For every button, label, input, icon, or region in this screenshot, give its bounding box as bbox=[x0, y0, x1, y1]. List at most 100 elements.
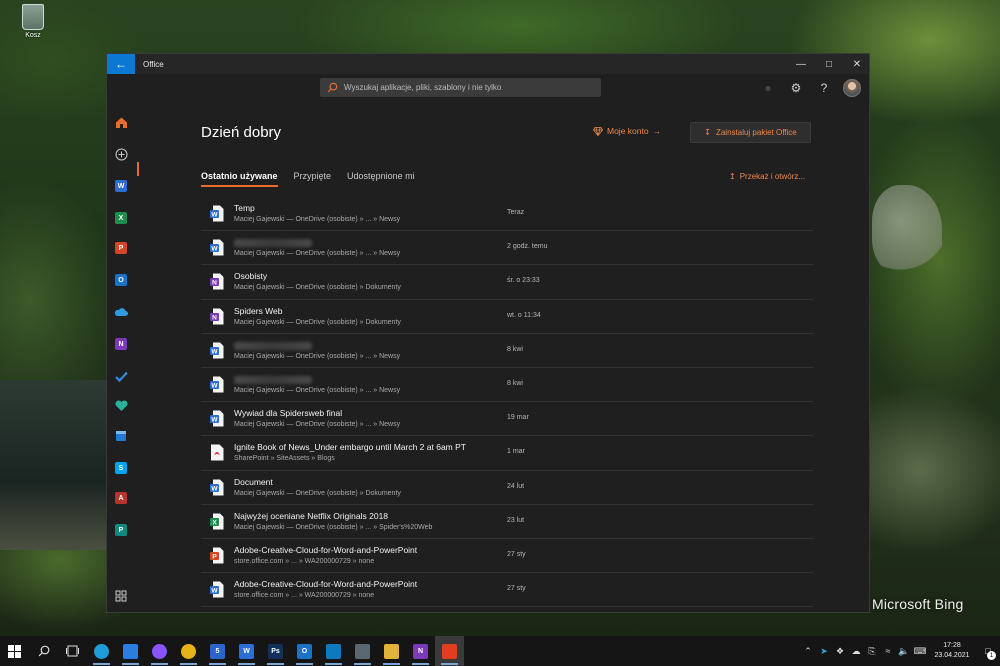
rail-excel[interactable]: X bbox=[113, 210, 129, 226]
usb-icon[interactable]: ⎘ bbox=[864, 646, 880, 657]
maximize-button[interactable]: □ bbox=[815, 54, 843, 74]
file-name: Wywiad dla Spidersweb final bbox=[234, 408, 343, 419]
rail-outlook[interactable]: O bbox=[113, 272, 129, 288]
rail-all-apps[interactable] bbox=[113, 588, 129, 604]
onenote-icon: N bbox=[413, 643, 428, 659]
file-row[interactable]: W Maciej Gajewski — OneDrive (osobiste) »… bbox=[201, 334, 813, 368]
powerpoint-icon: P bbox=[115, 242, 127, 254]
telegram-icon[interactable]: ➤ bbox=[816, 646, 832, 657]
file-row[interactable]: X Najwyżej oceniane Netflix Originals 201… bbox=[201, 505, 813, 539]
help-icon[interactable]: ? bbox=[810, 81, 838, 95]
search-box[interactable] bbox=[320, 78, 601, 97]
taskbar-calculator[interactable] bbox=[348, 636, 377, 666]
heart-icon bbox=[114, 400, 128, 411]
volume-icon[interactable]: 🔈 bbox=[896, 646, 912, 657]
file-row[interactable]: N Osobisty Maciej Gajewski — OneDrive (oso… bbox=[201, 265, 813, 300]
file-date: Teraz bbox=[507, 209, 525, 216]
taskbar-outlook[interactable]: O bbox=[290, 636, 319, 666]
account-avatar-button[interactable] bbox=[838, 79, 866, 97]
back-button[interactable]: ← bbox=[107, 54, 135, 74]
premium-icon[interactable]: ● bbox=[754, 81, 782, 95]
keyboard-icon[interactable]: ⌨ bbox=[912, 646, 928, 657]
upload-and-open-link[interactable]: ↥ Przekaż i otwórz... bbox=[729, 172, 805, 181]
taskbar-task-view[interactable] bbox=[58, 636, 87, 666]
clock-date: 23.04.2021 bbox=[934, 652, 970, 659]
file-date: 23 lut bbox=[507, 516, 525, 524]
rail-powerpoint[interactable]: P bbox=[113, 240, 129, 256]
file-row[interactable]: W Maciej Gajewski — OneDrive (osobiste) »… bbox=[201, 368, 813, 403]
bing-watermark: Microsoft Bing bbox=[872, 596, 964, 612]
checkmark-icon bbox=[114, 371, 128, 382]
apps-grid-icon bbox=[115, 590, 127, 602]
taskbar-trello[interactable] bbox=[319, 636, 348, 666]
tab-pinned[interactable]: Przypięte bbox=[294, 171, 332, 187]
onedrive-tray-icon[interactable]: ☁ bbox=[848, 646, 864, 657]
rail-publisher[interactable]: P bbox=[113, 522, 129, 538]
taskbar-tasks[interactable]: 5 bbox=[203, 636, 232, 666]
taskbar-search[interactable] bbox=[29, 636, 58, 666]
taskbar-edge[interactable] bbox=[87, 636, 116, 666]
rail-skype[interactable]: S bbox=[113, 460, 129, 476]
rail-home[interactable] bbox=[113, 114, 129, 130]
taskbar-word[interactable]: W bbox=[232, 636, 261, 666]
word-file-icon: W bbox=[210, 410, 224, 427]
file-name: Spiders Web bbox=[234, 305, 283, 316]
install-office-button[interactable]: ↧ Zainstaluj pakiet Office bbox=[690, 122, 811, 143]
tab-recent[interactable]: Ostatnio używane bbox=[201, 171, 278, 187]
file-row[interactable]: P Adobe-Creative-Cloud-for-Word-and-Power… bbox=[201, 539, 813, 574]
rail-access[interactable]: A bbox=[113, 490, 129, 506]
file-row[interactable]: Ignite Book of News_Under embargo until … bbox=[201, 436, 813, 471]
system-clock[interactable]: 17:28 23.04.2021 bbox=[928, 641, 976, 661]
gear-icon[interactable]: ⚙ bbox=[782, 81, 810, 95]
file-row[interactable]: N Spiders Web Maciej Gajewski — OneDrive (… bbox=[201, 300, 813, 334]
file-name: Osobisty bbox=[234, 271, 268, 282]
windows-logo-icon bbox=[8, 644, 21, 658]
svg-text:P: P bbox=[212, 553, 217, 560]
taskbar-office[interactable] bbox=[435, 636, 464, 666]
file-row[interactable]: W Adobe-Creative-Cloud-for-Word-and-Power… bbox=[201, 573, 813, 608]
taskbar-onenote[interactable]: N bbox=[406, 636, 435, 666]
system-tray: ⌃ ➤ ❖ ☁ ⎘ ≈ 🔈 ⌨ 17:28 23.04.2021 □ 1 bbox=[800, 636, 1000, 666]
taskbar-mail[interactable] bbox=[116, 636, 145, 666]
rail-create[interactable] bbox=[113, 146, 129, 162]
taskbar-messenger[interactable] bbox=[145, 636, 174, 666]
pdf-file-icon bbox=[211, 444, 224, 461]
diamond-icon bbox=[593, 126, 603, 136]
rail-calendar[interactable] bbox=[113, 428, 129, 444]
taskbar-photoshop[interactable]: Ps bbox=[261, 636, 290, 666]
chrome-icon bbox=[181, 643, 196, 659]
file-row[interactable]: W Maciej Gajewski — OneDrive (osobiste) »… bbox=[201, 231, 813, 266]
close-button[interactable]: ✕ bbox=[843, 54, 869, 74]
clock-time: 17:28 bbox=[943, 642, 961, 649]
file-row[interactable]: W Document Maciej Gajewski — OneDrive (oso… bbox=[201, 471, 813, 505]
search-input[interactable] bbox=[344, 83, 601, 92]
rail-word[interactable]: W bbox=[113, 178, 129, 194]
svg-text:N: N bbox=[212, 280, 217, 287]
file-date: śr. o 23:33 bbox=[507, 277, 540, 285]
my-account-link[interactable]: Moje konto → bbox=[593, 126, 661, 136]
office-icon bbox=[442, 643, 457, 659]
upload-and-open-label: Przekaż i otwórz... bbox=[739, 172, 806, 181]
taskbar-chrome[interactable] bbox=[174, 636, 203, 666]
file-row[interactable]: W Wywiad dla Spidersweb final Maciej Gajew… bbox=[201, 402, 813, 437]
file-row[interactable]: W Temp Maciej Gajewski — OneDrive (osobist… bbox=[201, 197, 813, 232]
taskbar-start[interactable] bbox=[0, 636, 29, 666]
rail-todo[interactable] bbox=[113, 368, 129, 384]
wifi-icon[interactable]: ≈ bbox=[880, 646, 896, 656]
access-icon: A bbox=[115, 492, 127, 504]
desktop-water bbox=[0, 380, 110, 550]
title-bar: ← Office — □ ✕ bbox=[107, 54, 869, 74]
taskbar-explorer[interactable] bbox=[377, 636, 406, 666]
rail-onenote[interactable]: N bbox=[113, 336, 129, 352]
rail-onedrive[interactable] bbox=[113, 304, 129, 320]
arrow-left-icon: ← bbox=[115, 57, 127, 71]
minimize-button[interactable]: — bbox=[787, 54, 815, 74]
tray-chevron-icon[interactable]: ⌃ bbox=[800, 646, 816, 657]
app-rail: W X P O N S A P bbox=[107, 102, 139, 612]
rail-family-safety[interactable] bbox=[113, 398, 129, 414]
notification-center-button[interactable]: □ 1 bbox=[976, 636, 1000, 666]
tab-shared[interactable]: Udostępnione mi bbox=[347, 171, 415, 187]
dropbox-icon[interactable]: ❖ bbox=[832, 646, 848, 657]
recycle-bin[interactable]: Kosz bbox=[17, 4, 49, 39]
file-date: 8 kwi bbox=[507, 345, 523, 353]
